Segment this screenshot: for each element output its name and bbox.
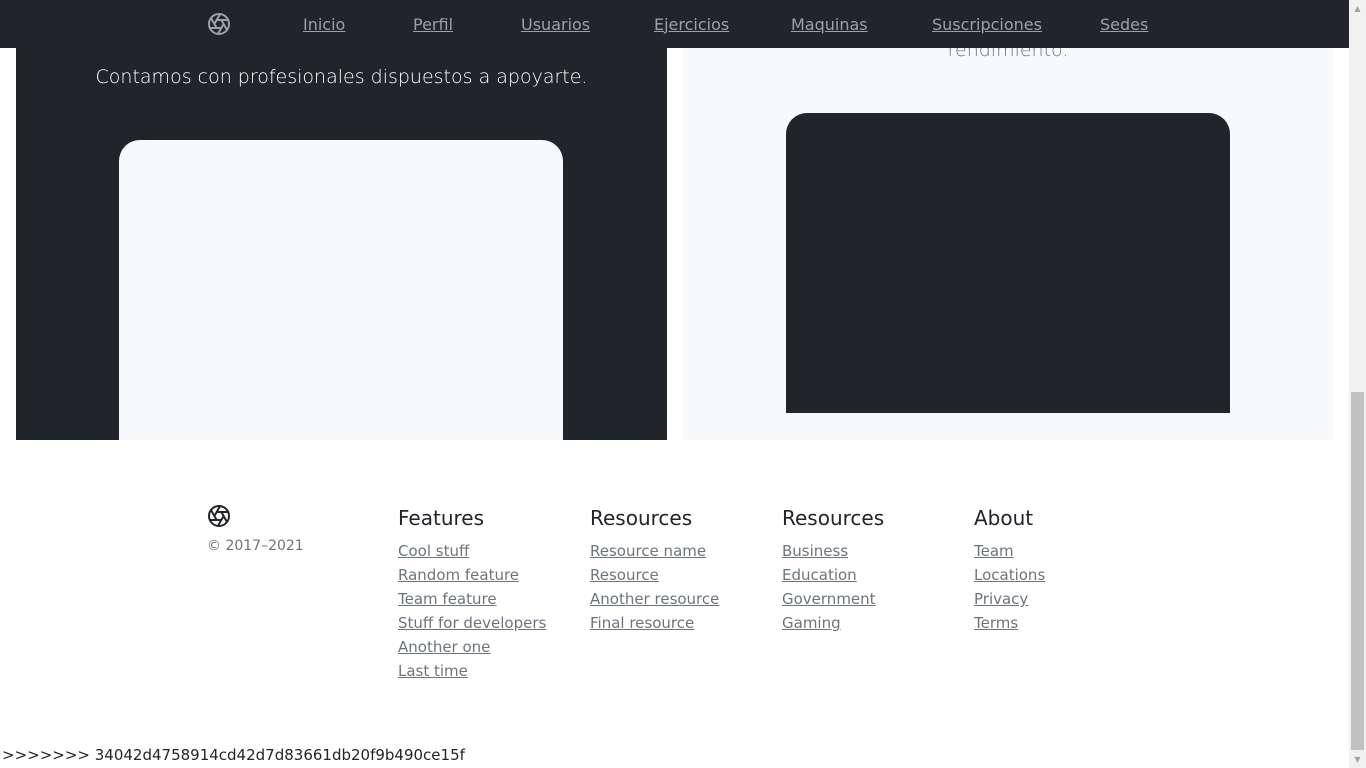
nav-link-ejercicios[interactable]: Ejercicios <box>654 15 791 34</box>
footer-link[interactable]: Stuff for developers <box>398 614 546 632</box>
footer-link[interactable]: Last time <box>398 662 468 680</box>
hero-panel-light: rendimiento. <box>683 0 1333 440</box>
scroll-down-arrow-icon[interactable]: ▼ <box>1349 751 1366 768</box>
nav-link-inicio[interactable]: Inicio <box>303 15 413 34</box>
footer-link[interactable]: Another resource <box>590 590 719 608</box>
scrollbar-thumb[interactable] <box>1351 392 1364 750</box>
footer-link[interactable]: Privacy <box>974 590 1028 608</box>
footer-column-about: About Team Locations Privacy Terms <box>974 505 1045 635</box>
footer-link[interactable]: Gaming <box>782 614 841 632</box>
footer-link[interactable]: Team feature <box>398 590 497 608</box>
copyright: © 2017–2021 <box>207 538 304 554</box>
footer-link[interactable]: Resource name <box>590 542 706 560</box>
nav-link-perfil[interactable]: Perfil <box>413 15 521 34</box>
aperture-icon[interactable] <box>207 12 231 36</box>
nav-link-sedes[interactable]: Sedes <box>1100 15 1148 34</box>
footer-link[interactable]: Cool stuff <box>398 542 469 560</box>
footer-column-resources-2: Resources Business Education Government … <box>782 505 884 635</box>
merge-conflict-marker: >>>>>>> 34042d4758914cd42d7d83661db20f9b… <box>2 746 465 764</box>
footer-column-features: Features Cool stuff Random feature Team … <box>398 505 546 683</box>
footer-link[interactable]: Terms <box>974 614 1018 632</box>
footer-link[interactable]: Another one <box>398 638 490 656</box>
footer-link[interactable]: Team <box>974 542 1014 560</box>
hero-panel-dark: Contamos con profesionales dispuestos a … <box>16 0 667 440</box>
vertical-scrollbar[interactable]: ▲ ▼ <box>1349 0 1366 768</box>
footer-column-title: Features <box>398 506 484 530</box>
footer-link[interactable]: Random feature <box>398 566 519 584</box>
footer-link[interactable]: Resource <box>590 566 659 584</box>
footer-link[interactable]: Locations <box>974 566 1045 584</box>
footer-column-title: About <box>974 506 1034 530</box>
footer-column-resources: Resources Resource name Resource Another… <box>590 505 719 635</box>
hero-lead-left: Contamos con profesionales dispuestos a … <box>95 66 588 88</box>
nav-links: Inicio Perfil Usuarios Ejercicios Maquin… <box>303 0 1148 48</box>
footer-link[interactable]: Education <box>782 566 857 584</box>
nav-link-suscripciones[interactable]: Suscripciones <box>932 15 1100 34</box>
footer-link[interactable]: Business <box>782 542 848 560</box>
scroll-up-arrow-icon[interactable]: ▲ <box>1349 0 1366 17</box>
aperture-icon[interactable] <box>207 504 231 528</box>
nav-link-usuarios[interactable]: Usuarios <box>521 15 654 34</box>
footer-column-title: Resources <box>590 506 693 530</box>
footer-link[interactable]: Government <box>782 590 876 608</box>
device-mockup-dark <box>786 113 1230 413</box>
footer-link[interactable]: Final resource <box>590 614 694 632</box>
device-mockup-light <box>119 140 563 440</box>
footer-column-title: Resources <box>782 506 885 530</box>
top-navbar: Inicio Perfil Usuarios Ejercicios Maquin… <box>0 0 1349 48</box>
nav-link-maquinas[interactable]: Maquinas <box>791 15 932 34</box>
